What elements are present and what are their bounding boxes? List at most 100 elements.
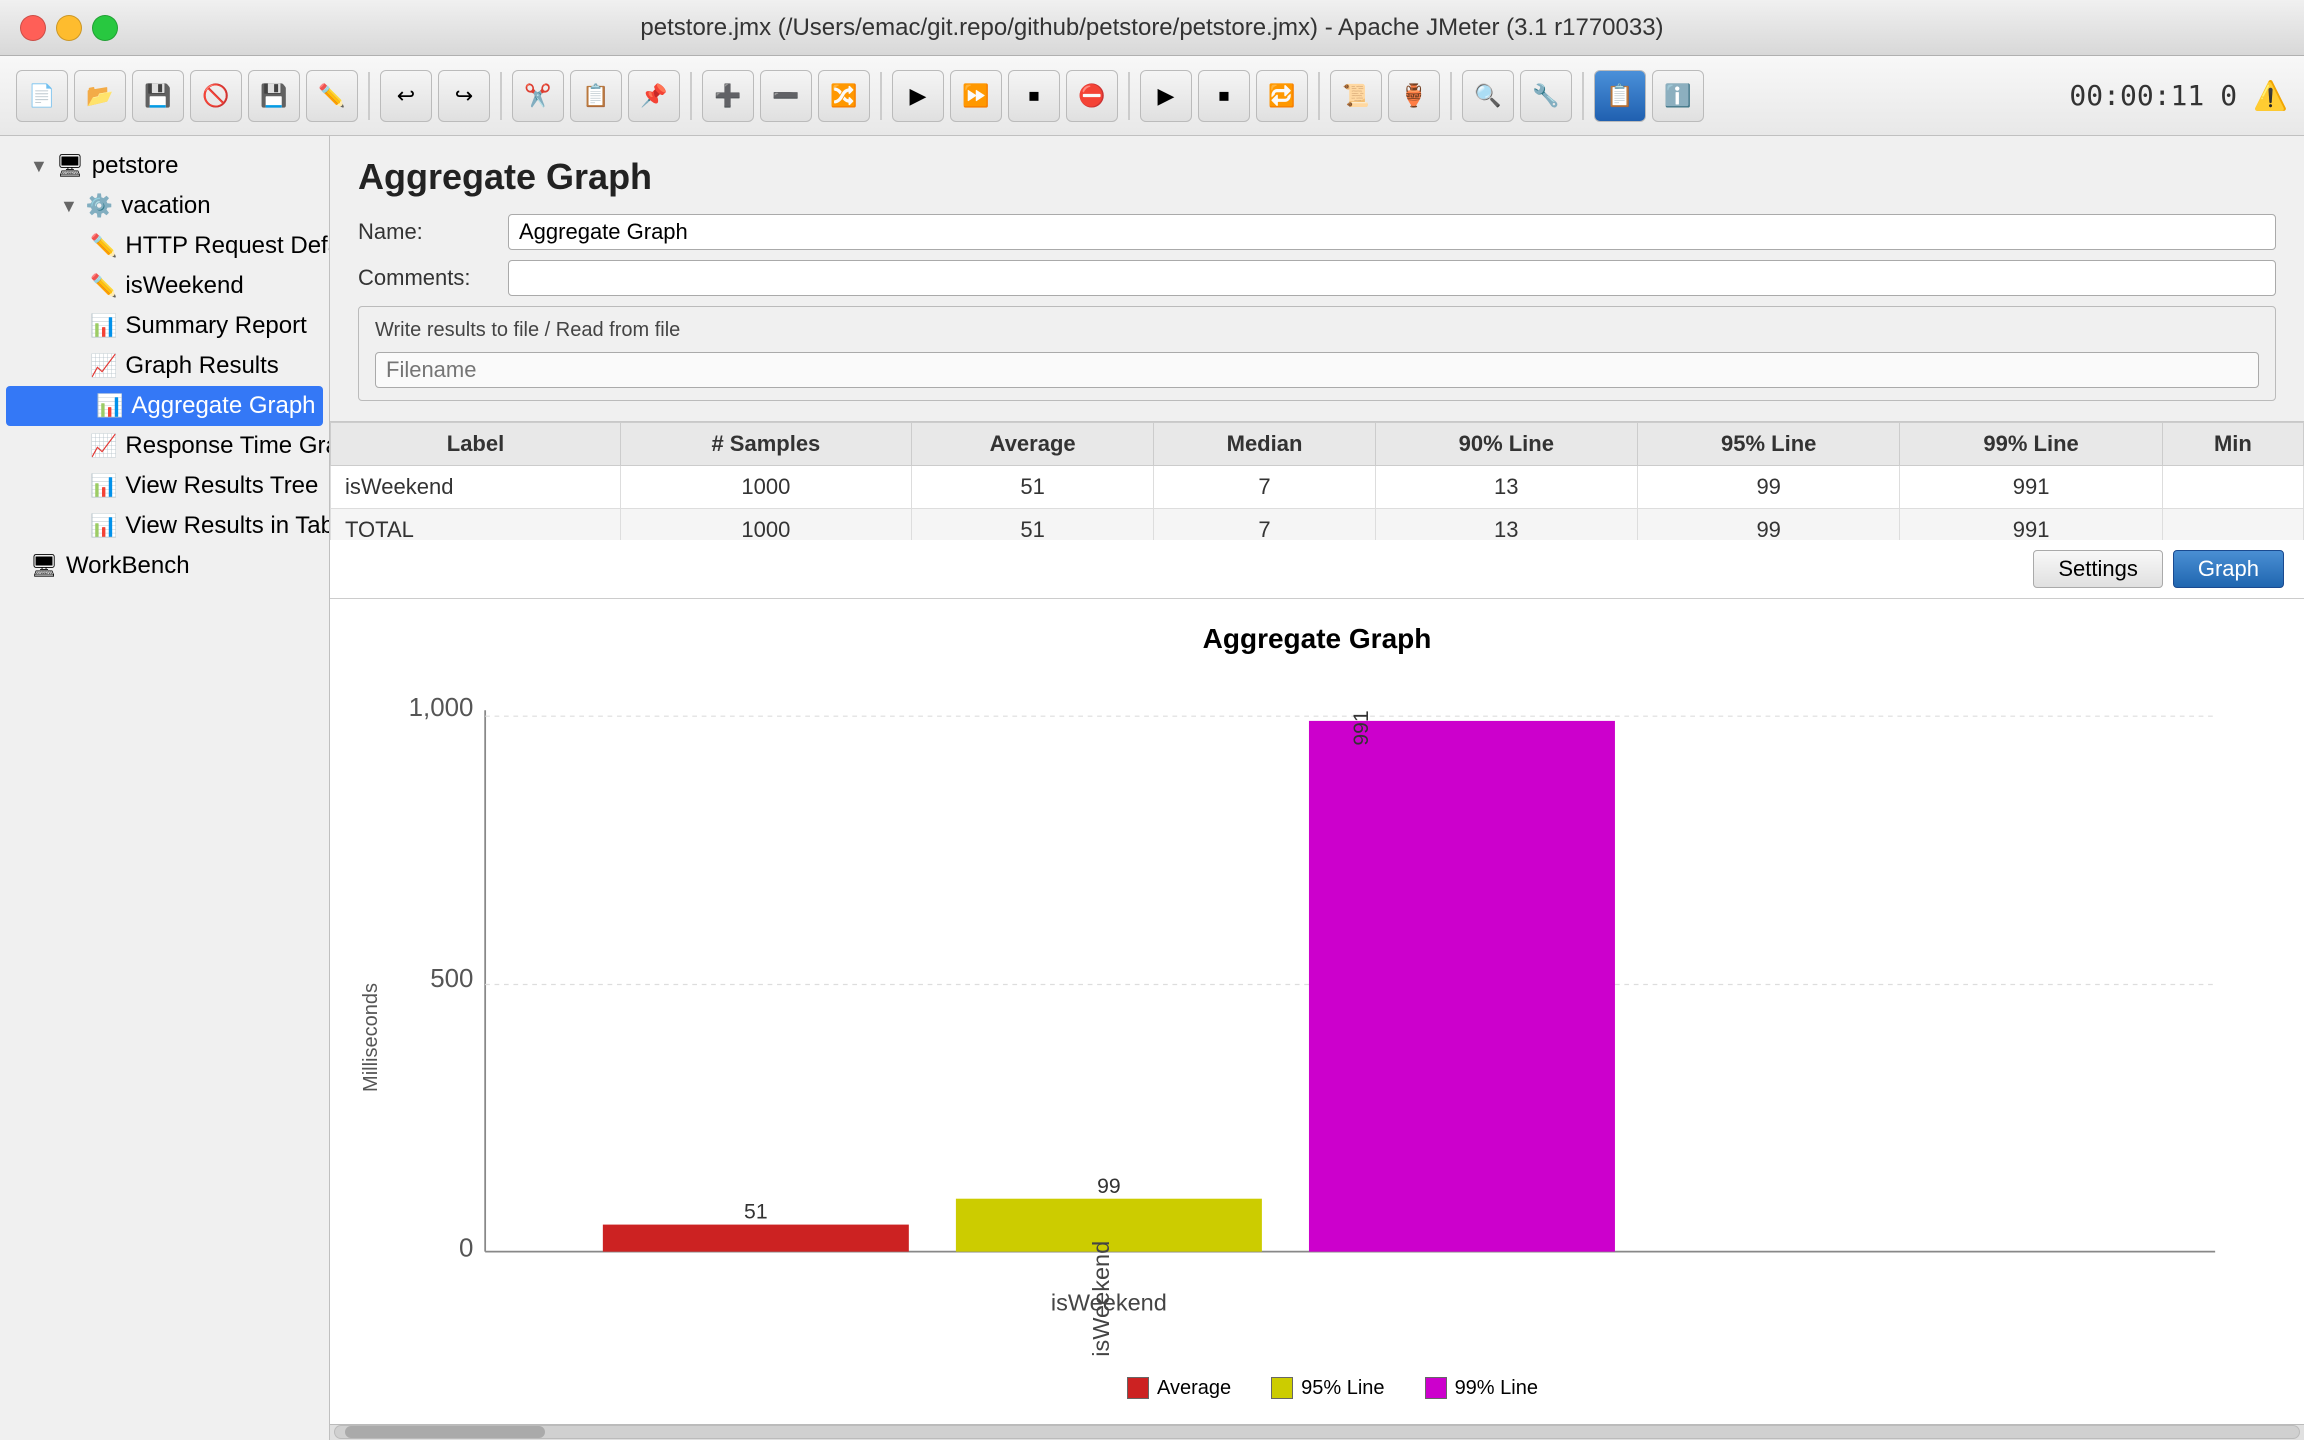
toolbar-separator-5 xyxy=(1128,72,1130,120)
copy-button[interactable]: 📋 xyxy=(570,70,622,122)
vacation-icon: ⚙️ xyxy=(86,193,113,219)
scroll-track[interactable] xyxy=(334,1425,2300,1439)
col-90line: 90% Line xyxy=(1375,423,1637,466)
panel: Aggregate Graph Name: Comments: Write re… xyxy=(330,136,2304,1440)
open-button[interactable]: 📂 xyxy=(74,70,126,122)
data-table-wrapper: Label # Samples Average Median 90% Line … xyxy=(330,422,2304,540)
expand-arrow-petstore: ▼ xyxy=(30,156,48,177)
edit-button[interactable]: ✏️ xyxy=(306,70,358,122)
stop3-button[interactable]: ⛔ xyxy=(1066,70,1118,122)
help-button[interactable]: 🔧 xyxy=(1520,70,1572,122)
row2-min xyxy=(2162,509,2303,541)
maximize-button[interactable] xyxy=(92,15,118,41)
clear-button[interactable]: 🔀 xyxy=(818,70,870,122)
filename-input[interactable] xyxy=(375,352,2259,388)
bar-99-label: 991 xyxy=(1350,711,1373,746)
legend: Average 95% Line 99% Line xyxy=(391,1377,2274,1400)
sidebar-item-aggregate-graph[interactable]: 📊 Aggregate Graph xyxy=(6,386,323,426)
sidebar-item-view-results-table[interactable]: 📊 View Results in Table xyxy=(0,506,329,546)
sidebar-item-isweekend[interactable]: ✏️ isWeekend xyxy=(0,266,329,306)
col-label: Label xyxy=(331,423,621,466)
stop-button[interactable]: 🚫 xyxy=(190,70,242,122)
row1-95line: 99 xyxy=(1637,466,1899,509)
remove-button[interactable]: ➖ xyxy=(760,70,812,122)
legend-average: Average xyxy=(1127,1377,1231,1400)
script-button[interactable]: 📜 xyxy=(1330,70,1382,122)
new-button[interactable]: 📄 xyxy=(16,70,68,122)
settings-button[interactable]: Settings xyxy=(2033,550,2163,588)
sidebar-item-view-results-tree[interactable]: 📊 View Results Tree xyxy=(0,466,329,506)
row2-label: TOTAL xyxy=(331,509,621,541)
sidebar-item-summary-report[interactable]: 📊 Summary Report xyxy=(0,306,329,346)
paste-button[interactable]: 📌 xyxy=(628,70,680,122)
run-no-pause-button[interactable]: ⏩ xyxy=(950,70,1002,122)
toolbar-separator-1 xyxy=(368,72,370,120)
add-button[interactable]: ➕ xyxy=(702,70,754,122)
name-input[interactable] xyxy=(508,214,2276,250)
close-button[interactable] xyxy=(20,15,46,41)
window-controls[interactable] xyxy=(20,15,118,41)
test-button[interactable]: 🏺 xyxy=(1388,70,1440,122)
col-average: Average xyxy=(911,423,1154,466)
response-time-icon: 📈 xyxy=(90,433,117,459)
row1-90line: 13 xyxy=(1375,466,1637,509)
sidebar-item-workbench[interactable]: 🖥 WorkBench xyxy=(0,546,329,586)
http-defaults-icon: ✏️ xyxy=(90,233,117,259)
run-button[interactable]: ▶ xyxy=(892,70,944,122)
bottom-scrollbar[interactable] xyxy=(330,1424,2304,1440)
save-button[interactable]: 💾 xyxy=(132,70,184,122)
content-area: Aggregate Graph Name: Comments: Write re… xyxy=(330,136,2304,1440)
titlebar: petstore.jmx (/Users/emac/git.repo/githu… xyxy=(0,0,2304,56)
row1-min xyxy=(2162,466,2303,509)
legend-95line: 95% Line xyxy=(1271,1377,1384,1400)
expand-arrow-vacation: ▼ xyxy=(60,196,78,217)
results-table-icon: 📊 xyxy=(90,513,117,539)
undo-button[interactable]: ↩ xyxy=(380,70,432,122)
save2-button[interactable]: 💾 xyxy=(248,70,300,122)
isweekend-icon: ✏️ xyxy=(90,273,117,299)
sidebar-item-response-time-graph[interactable]: 📈 Response Time Graph xyxy=(0,426,329,466)
toolbar-separator-6 xyxy=(1318,72,1320,120)
comments-input[interactable] xyxy=(508,260,2276,296)
toolbar-separator-2 xyxy=(500,72,502,120)
scroll-thumb[interactable] xyxy=(345,1426,545,1438)
sidebar-item-http-defaults[interactable]: ✏️ HTTP Request Defaults xyxy=(0,226,329,266)
search-button[interactable]: 🔍 xyxy=(1462,70,1514,122)
remote-clear-button[interactable]: 🔁 xyxy=(1256,70,1308,122)
row2-samples: 1000 xyxy=(620,509,911,541)
row2-95line: 99 xyxy=(1637,509,1899,541)
cut-button[interactable]: ✂️ xyxy=(512,70,564,122)
x-axis-label2: isWeekend xyxy=(1051,1290,1167,1316)
graph-button[interactable]: Graph xyxy=(2173,550,2284,588)
table-row: isWeekend 1000 51 7 13 99 991 xyxy=(331,466,2304,509)
remote-run-button[interactable]: ▶ xyxy=(1140,70,1192,122)
name-row: Name: xyxy=(358,214,2276,250)
sidebar-item-graph-results[interactable]: 📈 Graph Results xyxy=(0,346,329,386)
y-max-label: 1,000 xyxy=(409,694,474,722)
toolbar-separator-4 xyxy=(880,72,882,120)
row1-average: 51 xyxy=(911,466,1154,509)
bar-avg-label: 51 xyxy=(744,1201,768,1224)
toolbar-separator-3 xyxy=(690,72,692,120)
sidebar-item-vacation[interactable]: ▼ ⚙️ vacation xyxy=(0,186,329,226)
sidebar-item-petstore[interactable]: ▼ 🖥 petstore xyxy=(0,146,329,186)
warning-icon: ⚠️ xyxy=(2253,79,2288,112)
row2-99line: 991 xyxy=(1900,509,2162,541)
remote-stop-button[interactable]: ⏹ xyxy=(1198,70,1250,122)
info-button[interactable]: ℹ️ xyxy=(1652,70,1704,122)
stop2-button[interactable]: ⏹ xyxy=(1008,70,1060,122)
table-header-row: Label # Samples Average Median 90% Line … xyxy=(331,423,2304,466)
legend-99line: 99% Line xyxy=(1425,1377,1538,1400)
sidebar: ▼ 🖥 petstore ▼ ⚙️ vacation ✏️ HTTP Reque… xyxy=(0,136,330,1440)
time-display: 00:00:11 0 ⚠️ xyxy=(2069,79,2288,112)
row1-samples: 1000 xyxy=(620,466,911,509)
aggregate-graph-icon: 📊 xyxy=(96,393,123,419)
bar-95-label: 99 xyxy=(1097,1175,1121,1198)
list-button[interactable]: 📋 xyxy=(1594,70,1646,122)
results-tree-icon: 📊 xyxy=(90,473,117,499)
legend-label-average: Average xyxy=(1157,1377,1231,1400)
minimize-button[interactable] xyxy=(56,15,82,41)
redo-button[interactable]: ↪ xyxy=(438,70,490,122)
workbench-icon: 🖥 xyxy=(30,553,58,579)
table-row: TOTAL 1000 51 7 13 99 991 xyxy=(331,509,2304,541)
